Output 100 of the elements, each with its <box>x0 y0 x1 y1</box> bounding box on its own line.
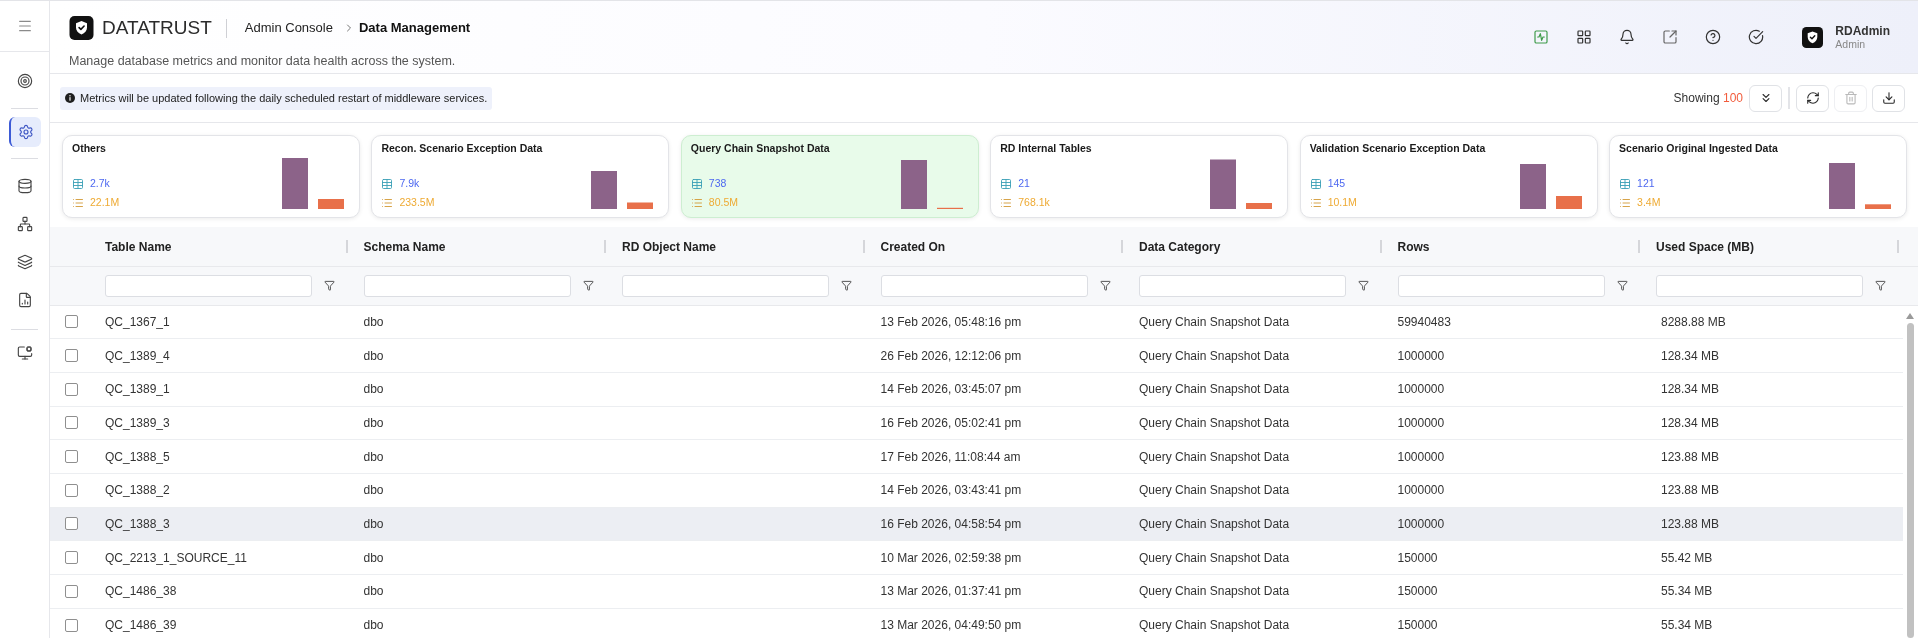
filter-icon[interactable] <box>1358 280 1369 292</box>
grid-icon[interactable] <box>1576 29 1593 45</box>
row-checkbox[interactable] <box>65 349 78 363</box>
row-checkbox[interactable] <box>65 551 78 565</box>
table-cell-text: Query Chain Snapshot Data <box>1139 583 1290 601</box>
list-icon <box>1309 197 1322 209</box>
filter-icon[interactable] <box>582 280 594 292</box>
notice-text: Metrics will be updated following the daily scheduled restart of middleware services. <box>80 90 488 106</box>
card-title: Query Chain Snapshot Data <box>690 141 831 156</box>
expand-button[interactable] <box>1749 84 1782 112</box>
filter-icon[interactable] <box>841 280 852 292</box>
filter-icon[interactable] <box>324 280 335 292</box>
table-cell-text: 55.34 MB <box>1661 617 1713 635</box>
table-cell-text: dbo <box>363 549 384 567</box>
row-checkbox[interactable] <box>65 618 78 632</box>
table-cell-text: 55.42 MB <box>1661 549 1713 567</box>
table-cell-text: 13 Feb 2026, 05:48:16 pm <box>880 313 1022 331</box>
table-cell-text: 16 Feb 2026, 05:02:41 pm <box>880 414 1022 432</box>
filter-icon[interactable] <box>1875 280 1886 292</box>
category-card[interactable]: Query Chain Snapshot Data 738 80.5M <box>680 135 979 218</box>
category-card[interactable]: Scenario Original Ingested Data 121 3.4M <box>1609 135 1907 218</box>
column-header: RD Object Name <box>622 238 717 256</box>
table-cell-text: QC_1388_2 <box>105 482 170 500</box>
filter-icon[interactable] <box>1616 280 1628 292</box>
table-cell-text: dbo <box>363 583 384 601</box>
row-checkbox[interactable] <box>65 416 78 430</box>
table-cell-text: QC_2213_1_SOURCE_11 <box>105 549 247 567</box>
card-title: Scenario Original Ingested Data <box>1619 141 1779 156</box>
filter-field[interactable] <box>105 274 312 297</box>
table-cell-text: QC_1389_1 <box>105 381 170 399</box>
table-cell-text: 10 Mar 2026, 02:59:38 pm <box>880 549 1022 567</box>
refresh-button[interactable] <box>1796 84 1829 112</box>
database-icon <box>16 178 33 194</box>
row-checkbox[interactable] <box>65 450 78 464</box>
breadcrumb-link[interactable]: Admin Console <box>244 18 333 38</box>
user-name: RDAdmin <box>1835 23 1890 38</box>
check-circle-icon[interactable] <box>1748 29 1765 45</box>
table-cell-text: 123.88 MB <box>1661 448 1720 466</box>
filter-field[interactable] <box>622 274 829 297</box>
filter-field[interactable] <box>1139 274 1346 297</box>
column-header: Schema Name <box>363 238 446 256</box>
layers-icon <box>16 254 33 270</box>
category-card[interactable]: Recon. Scenario Exception Data 7.9k 233.5M <box>371 135 670 218</box>
row-checkbox[interactable] <box>65 315 78 329</box>
table-cell-text: 55.34 MB <box>1661 583 1713 601</box>
metric-value: 233.5M <box>399 195 435 211</box>
chart-bar <box>627 202 654 209</box>
table-icon <box>1000 178 1013 190</box>
filter-icon[interactable] <box>1099 280 1111 292</box>
table-cell-text: 123.88 MB <box>1661 482 1720 500</box>
card-title: RD Internal Tables <box>1000 141 1093 156</box>
help-icon[interactable] <box>1705 29 1722 45</box>
card-title: Validation Scenario Exception Data <box>1309 141 1487 156</box>
category-card[interactable]: Others 2.7k 22.1M <box>62 135 360 218</box>
list-icon <box>1619 197 1632 209</box>
table-cell-text: 59940483 <box>1397 313 1451 331</box>
metric-value: 7.9k <box>399 176 420 192</box>
chart-bar <box>281 158 308 209</box>
table-icon <box>381 178 394 190</box>
chart-bar <box>1555 196 1582 209</box>
chart-bar <box>317 199 344 209</box>
chart-bar <box>1865 204 1891 209</box>
metric-value: 2.7k <box>90 176 110 192</box>
scroll-up-arrow-icon[interactable] <box>1906 312 1915 319</box>
list-icon <box>381 197 394 209</box>
row-checkbox[interactable] <box>65 584 78 598</box>
table-cell-text: dbo <box>363 515 384 533</box>
scrollbar-thumb[interactable] <box>1906 322 1914 638</box>
download-icon <box>1881 91 1896 105</box>
menu-icon[interactable] <box>16 18 33 34</box>
table-cell-text: QC_1486_38 <box>105 583 177 601</box>
filter-field[interactable] <box>1397 274 1605 297</box>
table-cell-text: dbo <box>363 313 384 331</box>
filter-field[interactable] <box>1656 274 1863 297</box>
row-checkbox[interactable] <box>65 483 78 497</box>
row-checkbox[interactable] <box>65 382 78 396</box>
external-link-icon[interactable] <box>1662 29 1679 45</box>
table-cell-text: 1000000 <box>1397 515 1445 533</box>
table-cell-text: Query Chain Snapshot Data <box>1139 448 1290 466</box>
table-icon <box>1619 178 1632 190</box>
metric-value: 21 <box>1018 176 1030 192</box>
category-card[interactable]: RD Internal Tables 21 768.1k <box>990 135 1289 218</box>
showing-count-text: Showing 100 <box>1673 90 1743 107</box>
table-row[interactable]: QC_1388_3 dbo 16 Feb 2026, 04:58:54 pm Query Chain Snapshot Data 1000000 123.88 MB <box>50 507 1903 542</box>
filter-field[interactable] <box>880 274 1088 297</box>
bell-icon[interactable] <box>1619 29 1636 45</box>
logo-text: DATATRUST <box>102 16 212 40</box>
table-cell-text: 1000000 <box>1397 448 1445 466</box>
sidebar-item[interactable] <box>8 117 41 147</box>
row-checkbox[interactable] <box>65 517 78 531</box>
list-icon <box>1000 197 1013 209</box>
table-cell-text: dbo <box>363 347 384 365</box>
filter-field[interactable] <box>363 274 571 297</box>
download-button[interactable] <box>1872 84 1905 112</box>
table-cell-text: Query Chain Snapshot Data <box>1139 313 1290 331</box>
table-cell-text: Query Chain Snapshot Data <box>1139 549 1290 567</box>
chart-bar <box>900 160 927 209</box>
table-cell-text: Query Chain Snapshot Data <box>1139 515 1290 533</box>
activity-icon[interactable] <box>1533 29 1550 45</box>
category-card[interactable]: Validation Scenario Exception Data 145 10.1M <box>1299 135 1598 218</box>
